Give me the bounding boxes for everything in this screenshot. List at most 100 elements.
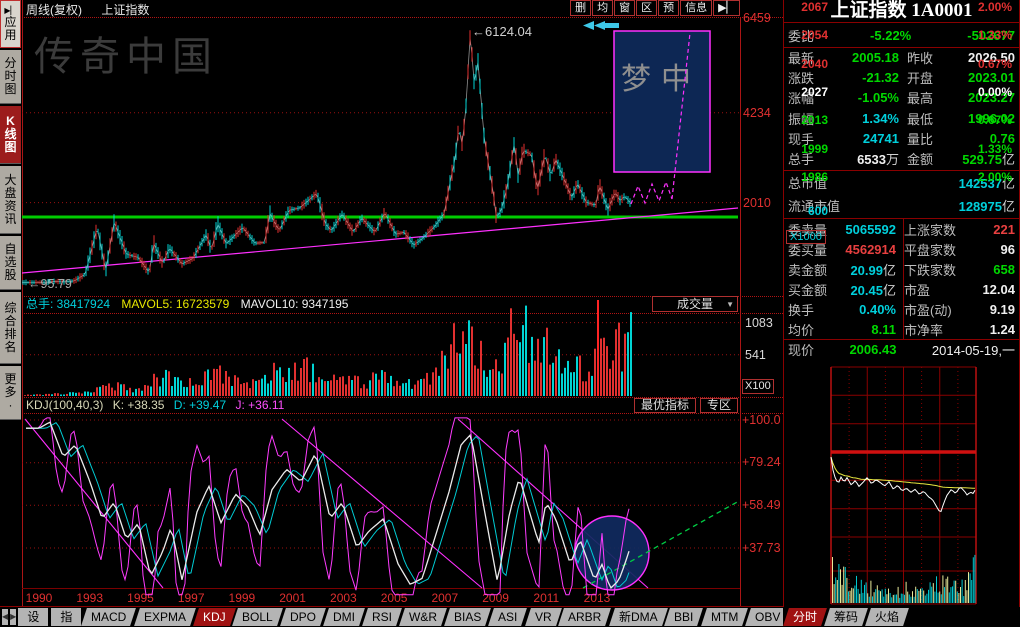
intraday-volume-bar — [885, 589, 886, 603]
detail-label: 上涨家数 — [900, 220, 962, 239]
intraday-volume-bar — [877, 585, 878, 603]
volume-bar — [102, 385, 104, 396]
toolbar-button-指标平台[interactable]: 指标平台 — [51, 608, 81, 626]
indicator-tab-EXPMA[interactable]: EXPMA — [134, 608, 196, 626]
volume-bar — [330, 380, 332, 396]
volume-bar — [447, 369, 449, 396]
indicator-tab-KDJ[interactable]: KDJ — [193, 608, 236, 626]
volume-bar — [516, 340, 518, 396]
quote-value: 2023.01 — [949, 70, 1015, 85]
volume-bar — [192, 386, 194, 396]
kdj-bottom-line — [22, 588, 740, 589]
main-axis-label: 4234 — [743, 106, 771, 120]
detail-label: 卖金额 — [788, 260, 836, 279]
detail-row: 换手0.40%市盈(动)9.19 — [784, 299, 1019, 319]
volume-bar — [249, 388, 251, 396]
volume-bar — [135, 389, 137, 396]
toolbar-button-5[interactable]: 预 — [658, 0, 679, 16]
kdj-buttons: 最优指标专区 — [630, 398, 738, 413]
intraday-chart[interactable] — [784, 360, 1020, 607]
indicator-tab-ARBR[interactable]: ARBR — [559, 608, 612, 626]
intraday-volume-bar — [912, 591, 913, 603]
indicator-tab-新DMA[interactable]: 新DMA — [609, 608, 668, 626]
indicator-tab-RSI[interactable]: RSI — [362, 608, 402, 626]
nav-arrow-right[interactable]: ▶ — [10, 609, 16, 625]
indicator-tab-VR[interactable]: VR — [525, 608, 562, 626]
volume-bar — [378, 380, 380, 396]
indicator-tab-BOLL[interactable]: BOLL — [232, 608, 283, 626]
low-annotation: ←95.79 — [28, 277, 72, 291]
volume-bar — [609, 369, 611, 396]
indicator-tab-BIAS[interactable]: BIAS — [444, 608, 491, 626]
kdj-k-value: K: +38.35 — [113, 398, 165, 412]
intraday-volume-bar — [970, 573, 971, 603]
indicator-dropdown[interactable]: 成交量 ▼ — [652, 296, 738, 312]
volume-bar — [555, 356, 557, 396]
indicator-tab-MTM[interactable]: MTM — [701, 608, 748, 626]
sidebar-item-2[interactable]: 分时图 — [0, 50, 21, 104]
kdj-chart[interactable] — [22, 414, 740, 588]
volume-bar — [240, 384, 242, 396]
intraday-volume-bar — [931, 587, 932, 603]
market-cap-value: 128975亿 — [840, 196, 1015, 215]
tab-label: 火焰 — [875, 608, 899, 626]
indicator-tab-MACD[interactable]: MACD — [81, 608, 136, 626]
toolbar-button-4[interactable]: 区 — [636, 0, 657, 16]
sidebar-item-6[interactable]: 综合排名 — [0, 292, 21, 364]
intraday-volume-bar — [888, 589, 889, 603]
toolbar-button-6[interactable]: 信息 — [680, 0, 712, 16]
quote-value: -21.32 — [828, 70, 907, 85]
toolbar-button-1[interactable]: 删 — [570, 0, 591, 16]
toolbar-button-设置[interactable]: 设置 — [18, 608, 48, 626]
sidebar-item-4[interactable]: 大盘资讯 — [0, 166, 21, 234]
volume-bar — [24, 395, 26, 396]
kdj-button-2[interactable]: 专区 — [700, 398, 738, 413]
intraday-volume-bar — [958, 593, 959, 603]
volume-bar — [546, 328, 548, 396]
toolbar-button-3[interactable]: 窗 — [614, 0, 635, 16]
main-price-chart[interactable]: 梦中←6124.04←95.79 — [22, 17, 740, 295]
volume-axis-label: 1083 — [745, 316, 773, 330]
indicator-tab-W&R[interactable]: W&R — [399, 608, 447, 626]
tab-label: OBV — [755, 608, 780, 626]
indicator-tab-DPO[interactable]: DPO — [280, 608, 326, 626]
year-label: 2013 — [584, 591, 611, 605]
volume-bar — [615, 329, 617, 396]
unit-label: 万 — [886, 152, 899, 167]
intraday-pct-label: 2.00% — [978, 170, 1012, 184]
volume-bar — [129, 388, 131, 396]
indicator-tab-ASI[interactable]: ASI — [489, 608, 528, 626]
volume-bar — [60, 395, 62, 397]
cyan-arrow-annotation — [583, 21, 619, 30]
kdj-axis-label: +100.0 — [742, 413, 781, 427]
kdj-button-1[interactable]: 最优指标 — [634, 398, 696, 413]
volume-bar — [423, 379, 425, 396]
volume-bar — [312, 364, 314, 396]
volume-bar — [198, 385, 200, 396]
volume-chart[interactable] — [22, 314, 740, 397]
view-tab-火焰[interactable]: 火焰 — [865, 608, 909, 626]
view-tab-分时[interactable]: 分时 — [783, 608, 827, 626]
intraday-volume-bar — [890, 593, 891, 603]
nav-arrow-left[interactable]: ◀ — [2, 609, 8, 625]
toolbar-button-2[interactable]: 均 — [592, 0, 613, 16]
collapse-panel-icon[interactable]: ▶▏ — [713, 0, 740, 16]
intraday-volume-bar — [904, 595, 905, 603]
sidebar-item-3[interactable]: K线图 — [0, 106, 21, 164]
volume-bar — [561, 374, 563, 397]
detail-value: 8.11 — [836, 322, 900, 337]
volume-bar — [294, 363, 296, 396]
view-tab-筹码[interactable]: 筹码 — [824, 608, 868, 626]
year-label: 2001 — [279, 591, 306, 605]
sidebar-item-7[interactable]: 更多· — [0, 366, 21, 420]
indicator-tab-OBV[interactable]: OBV — [745, 608, 783, 626]
sidebar-item-5[interactable]: 自选股 — [0, 236, 21, 290]
volume-pane-header: 总手: 38417924 MAVOL5: 16723579 MAVOL10: 9… — [22, 296, 740, 313]
indicator-tab-DMI[interactable]: DMI — [323, 608, 365, 626]
sidebar-item-label-char: 合 — [4, 315, 16, 328]
indicator-tab-BBI[interactable]: BBI — [665, 608, 704, 626]
intraday-volume-bar — [875, 589, 876, 603]
intraday-volume-bar — [898, 587, 899, 603]
detail-row: 买金额20.45亿市盈12.04 — [784, 279, 1019, 299]
sidebar-item-1[interactable]: ▶▏应用 — [0, 0, 21, 48]
